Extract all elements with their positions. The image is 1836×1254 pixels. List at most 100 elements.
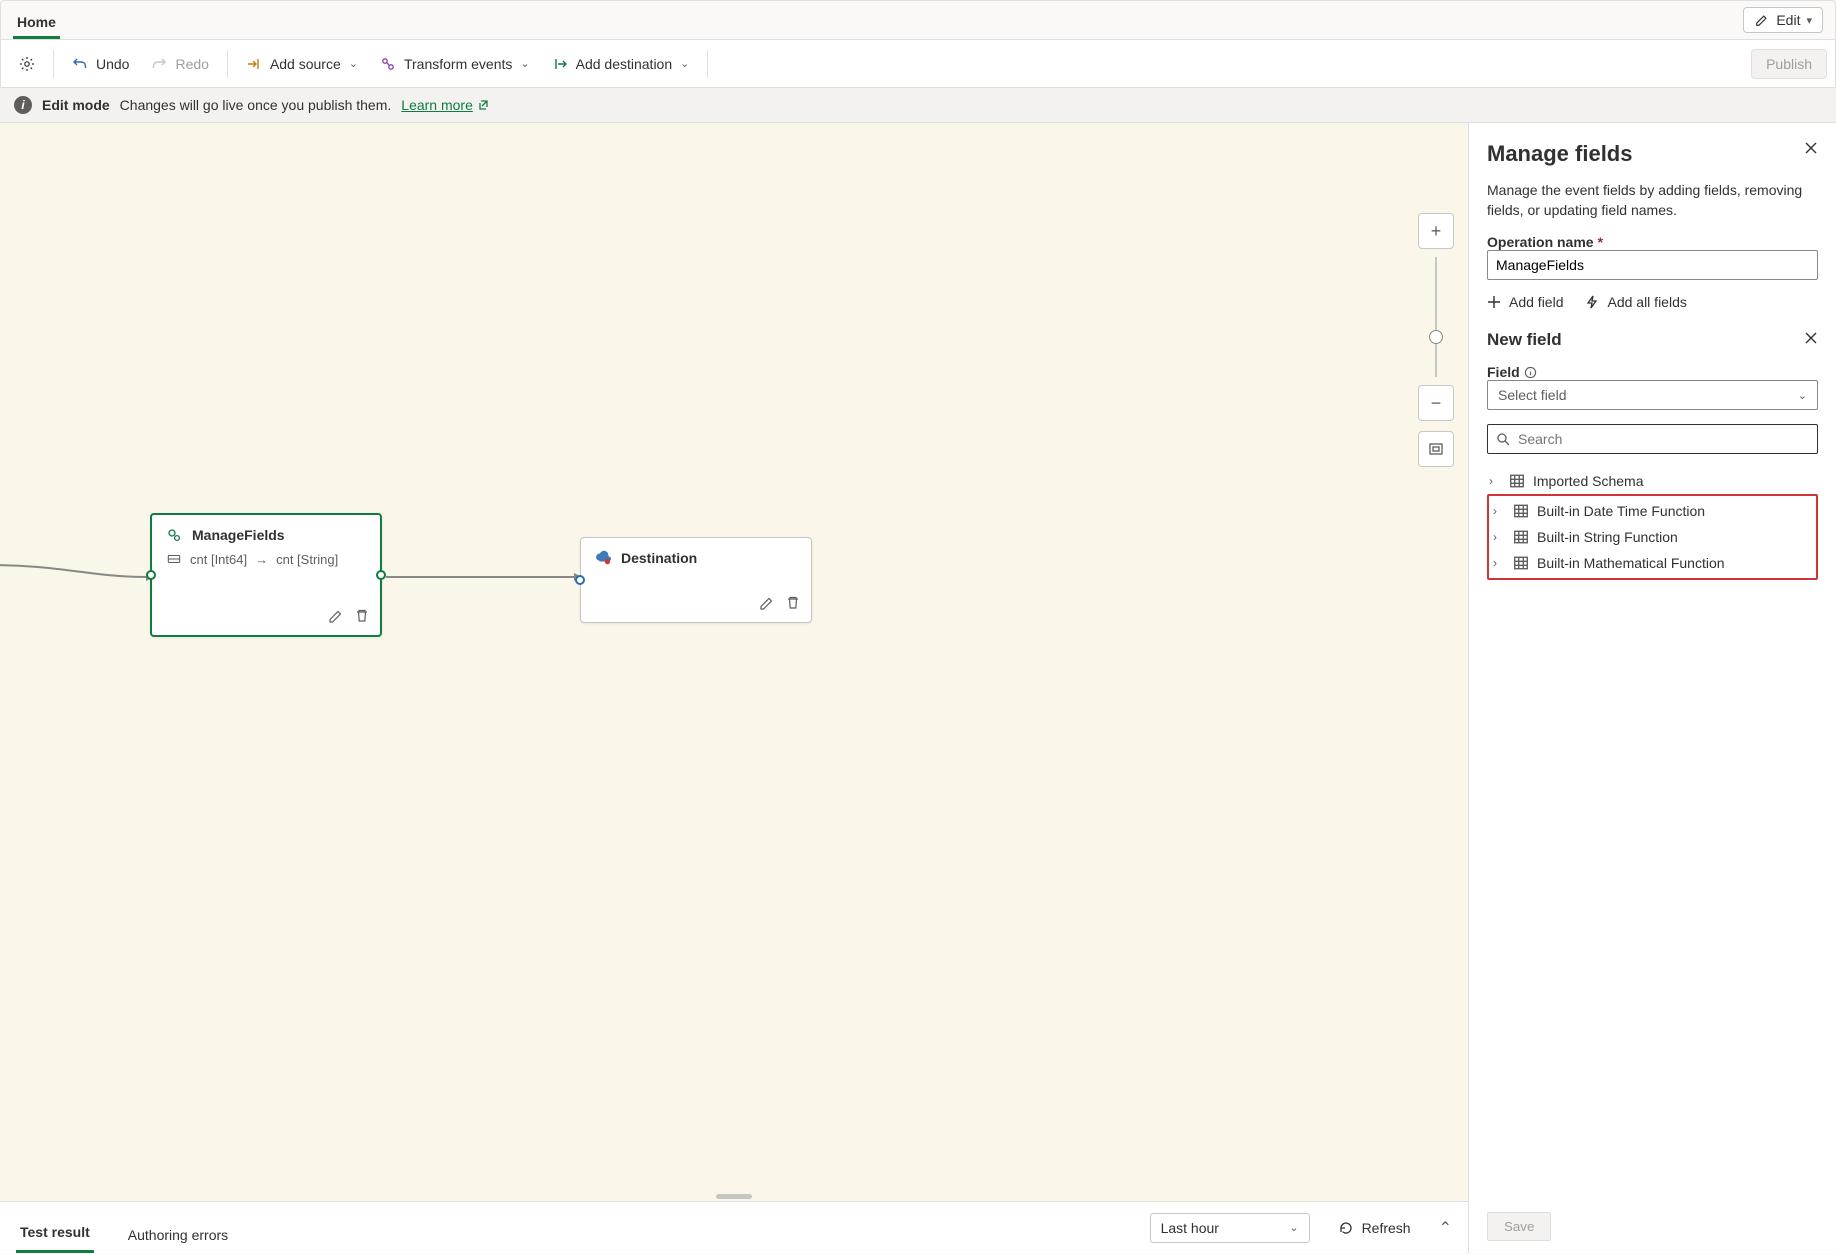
zoom-fit-button[interactable] bbox=[1418, 431, 1454, 467]
undo-label: Undo bbox=[96, 56, 129, 72]
tab-test-result[interactable]: Test result bbox=[16, 1212, 94, 1253]
time-range-dropdown[interactable]: Last hour ⌄ bbox=[1150, 1213, 1310, 1243]
canvas[interactable]: ManageFields cnt [Int64] → cnt [String] bbox=[0, 123, 1468, 1201]
tree-imported-schema[interactable]: › Imported Schema bbox=[1487, 468, 1818, 494]
bolt-icon bbox=[1585, 295, 1599, 309]
top-tabs: Home Edit ▾ bbox=[0, 0, 1836, 40]
add-destination-label: Add destination bbox=[576, 56, 673, 72]
main: ManageFields cnt [Int64] → cnt [String] bbox=[0, 123, 1836, 1253]
close-new-field-button[interactable] bbox=[1804, 331, 1818, 350]
zoom-controls: + − bbox=[1418, 213, 1454, 467]
table-icon bbox=[1513, 503, 1529, 519]
tree-item-label: Built-in Date Time Function bbox=[1537, 503, 1705, 519]
add-field-label: Add field bbox=[1509, 294, 1563, 310]
tree-item-label: Built-in Mathematical Function bbox=[1537, 555, 1725, 571]
port-out[interactable] bbox=[376, 570, 386, 580]
chevron-down-icon: ⌄ bbox=[1289, 1221, 1298, 1234]
undo-button[interactable]: Undo bbox=[62, 50, 139, 78]
detail-from: cnt [Int64] bbox=[190, 552, 247, 567]
bottom-bar: Test result Authoring errors Last hour ⌄… bbox=[0, 1201, 1468, 1253]
highlighted-functions: › Built-in Date Time Function › Built-in… bbox=[1487, 494, 1818, 580]
zoom-in-button[interactable]: + bbox=[1418, 213, 1454, 249]
zoom-out-button[interactable]: − bbox=[1418, 385, 1454, 421]
add-source-label: Add source bbox=[270, 56, 341, 72]
pencil-icon bbox=[328, 608, 344, 624]
transform-events-button[interactable]: Transform events ⌄ bbox=[370, 50, 540, 78]
field-select-placeholder: Select field bbox=[1498, 387, 1566, 403]
zoom-slider[interactable] bbox=[1435, 257, 1437, 377]
banner-title: Edit mode bbox=[42, 97, 110, 113]
add-source-button[interactable]: Add source ⌄ bbox=[236, 50, 368, 78]
tab-authoring-errors[interactable]: Authoring errors bbox=[124, 1215, 232, 1253]
delete-node-button[interactable] bbox=[354, 608, 370, 627]
search-icon bbox=[1496, 432, 1510, 446]
add-all-fields-button[interactable]: Add all fields bbox=[1585, 294, 1686, 310]
tree-item-label: Imported Schema bbox=[1533, 473, 1644, 489]
table-icon bbox=[1513, 529, 1529, 545]
source-icon bbox=[246, 56, 262, 72]
schema-tree: › Imported Schema › Built-in Date Time F… bbox=[1487, 468, 1818, 580]
node-title: Destination bbox=[621, 550, 697, 566]
info-icon bbox=[1524, 366, 1537, 379]
chevron-down-icon: ⌄ bbox=[1798, 389, 1807, 402]
table-icon bbox=[1513, 555, 1529, 571]
publish-button: Publish bbox=[1751, 49, 1827, 79]
refresh-button[interactable]: Refresh bbox=[1328, 1214, 1421, 1242]
destination-icon bbox=[552, 56, 568, 72]
operation-name-label: Operation name* bbox=[1487, 234, 1818, 250]
delete-node-button[interactable] bbox=[785, 595, 801, 614]
operation-name-input[interactable] bbox=[1487, 250, 1818, 280]
chevron-right-icon: › bbox=[1489, 474, 1501, 488]
gear-icon bbox=[19, 56, 35, 72]
toolbar-separator bbox=[707, 50, 708, 78]
undo-icon bbox=[72, 56, 88, 72]
redo-label: Redo bbox=[175, 56, 208, 72]
time-range-value: Last hour bbox=[1161, 1220, 1219, 1236]
caret-down-icon: ▾ bbox=[1806, 14, 1812, 27]
schema-search-input[interactable] bbox=[1518, 431, 1809, 447]
edit-dropdown[interactable]: Edit ▾ bbox=[1743, 7, 1823, 33]
node-title: ManageFields bbox=[192, 527, 285, 543]
node-manage-fields[interactable]: ManageFields cnt [Int64] → cnt [String] bbox=[150, 513, 382, 637]
chevron-down-icon: ⌄ bbox=[680, 57, 689, 70]
gears-icon bbox=[166, 527, 182, 543]
chevron-right-icon: › bbox=[1493, 556, 1505, 570]
collapse-panel-button[interactable]: ⌃ bbox=[1439, 1218, 1452, 1238]
port-in[interactable] bbox=[146, 570, 156, 580]
port-in[interactable] bbox=[575, 575, 585, 585]
toolbar-separator bbox=[53, 50, 54, 78]
save-button: Save bbox=[1487, 1212, 1551, 1241]
edit-dropdown-label: Edit bbox=[1776, 12, 1800, 28]
learn-more-link[interactable]: Learn more bbox=[401, 97, 489, 113]
edit-node-button[interactable] bbox=[759, 595, 775, 614]
chevron-down-icon: ⌄ bbox=[520, 57, 529, 70]
refresh-label: Refresh bbox=[1362, 1220, 1411, 1236]
tab-home[interactable]: Home bbox=[13, 6, 60, 39]
chevron-right-icon: › bbox=[1493, 504, 1505, 518]
trash-icon bbox=[785, 595, 801, 611]
schema-search[interactable] bbox=[1487, 424, 1818, 454]
transform-label: Transform events bbox=[404, 56, 512, 72]
tree-datetime-fn[interactable]: › Built-in Date Time Function bbox=[1491, 498, 1814, 524]
field-select[interactable]: Select field ⌄ bbox=[1487, 380, 1818, 410]
add-field-button[interactable]: Add field bbox=[1487, 294, 1563, 310]
pencil-icon bbox=[759, 595, 775, 611]
chevron-right-icon: › bbox=[1493, 530, 1505, 544]
info-icon: i bbox=[14, 96, 32, 114]
trash-icon bbox=[354, 608, 370, 624]
panel-description: Manage the event fields by adding fields… bbox=[1487, 181, 1818, 220]
resize-grip[interactable] bbox=[716, 1194, 752, 1199]
arrow-right-icon: → bbox=[255, 552, 268, 567]
close-panel-button[interactable] bbox=[1804, 141, 1818, 160]
settings-button[interactable] bbox=[9, 50, 45, 78]
add-destination-button[interactable]: Add destination ⌄ bbox=[542, 50, 700, 78]
external-link-icon bbox=[477, 99, 489, 111]
learn-more-label: Learn more bbox=[401, 97, 473, 113]
tree-string-fn[interactable]: › Built-in String Function bbox=[1491, 524, 1814, 550]
node-destination[interactable]: Destination bbox=[580, 537, 812, 623]
cloud-send-icon bbox=[595, 550, 611, 566]
tree-math-fn[interactable]: › Built-in Mathematical Function bbox=[1491, 550, 1814, 576]
toolbar-separator bbox=[227, 50, 228, 78]
edit-mode-banner: i Edit mode Changes will go live once yo… bbox=[0, 88, 1836, 123]
edit-node-button[interactable] bbox=[328, 608, 344, 627]
